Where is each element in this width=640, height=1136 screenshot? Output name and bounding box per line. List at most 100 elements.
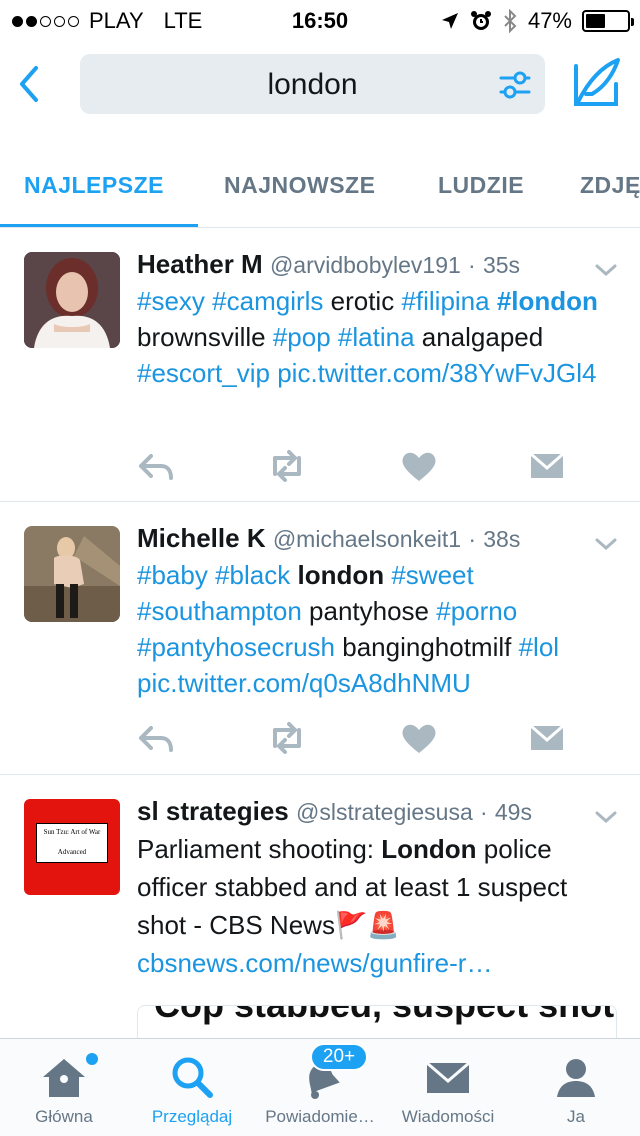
tweet-actions	[137, 720, 567, 760]
tweet[interactable]: Michelle K @michaelsonkeit1 · 38s #baby …	[0, 502, 640, 775]
text-run	[208, 560, 215, 590]
tweet-menu-chevron-icon[interactable]	[594, 262, 618, 278]
tabbar-me[interactable]: Ja	[512, 1039, 640, 1136]
tabbar-label: Główna	[35, 1107, 93, 1126]
avatar[interactable]	[24, 252, 120, 348]
tab-zdjecia[interactable]: ZDJĘ	[580, 172, 640, 199]
hashtag-link[interactable]: #baby	[137, 560, 208, 590]
location-arrow-icon	[441, 13, 458, 29]
tabbar-label: Powiadomie…	[265, 1107, 375, 1126]
home-icon	[43, 1059, 85, 1097]
author-handle[interactable]: @slstrategiesusa	[296, 799, 473, 825]
avatar-photo	[24, 526, 120, 622]
search-tabs: NAJLEPSZE NAJNOWSZE LUDZIE ZDJĘ	[0, 158, 640, 228]
hashtag-link[interactable]: #camgirls	[212, 286, 323, 316]
notification-badge: 20+	[310, 1043, 368, 1071]
direct-message-icon[interactable]	[527, 720, 567, 756]
hashtag-link[interactable]: #pantyhosecrush	[137, 632, 335, 662]
battery-icon	[582, 10, 634, 32]
tweet-menu-chevron-icon[interactable]	[594, 809, 618, 825]
tweet-menu-chevron-icon[interactable]	[594, 536, 618, 552]
avatar-text-line2: Advanced	[57, 848, 87, 856]
author-name[interactable]: sl strategies	[137, 796, 289, 826]
tweet-header: Michelle K @michaelsonkeit1 · 38s	[137, 522, 620, 555]
bluetooth-icon	[504, 9, 517, 33]
tweet-text: Parliament shooting: London police offic…	[137, 830, 620, 982]
author-handle[interactable]: @michaelsonkeit1	[273, 526, 461, 552]
bottom-tab-bar: Główna Przeglądaj 20+ Powiadomie… Wiadom…	[0, 1038, 640, 1136]
person-icon	[557, 1059, 595, 1097]
url-link[interactable]: cbsnews.com/news/gunfire-r…	[137, 948, 492, 978]
hashtag-link[interactable]: #sweet	[391, 560, 473, 590]
status-right: 47%	[440, 8, 634, 34]
tabbar-label: Ja	[567, 1107, 585, 1126]
author-name[interactable]: Heather M	[137, 249, 263, 279]
avatar-book-label: Sun Tzu: Art of War Advanced	[36, 823, 108, 863]
search-header: london	[0, 50, 640, 118]
hashtag-link[interactable]: #pop	[273, 322, 331, 352]
back-chevron-icon[interactable]	[14, 62, 44, 106]
compose-tweet-icon[interactable]	[572, 56, 622, 108]
tweet-body: Michelle K @michaelsonkeit1 · 38s #baby …	[137, 522, 620, 701]
author-name[interactable]: Michelle K	[137, 523, 266, 553]
hashtag-link[interactable]: #lol	[519, 632, 559, 662]
text-run: analgaped	[414, 322, 544, 352]
tweet-header: sl strategies @slstrategiesusa · 49s	[137, 795, 620, 828]
like-heart-icon[interactable]	[399, 720, 439, 756]
highlighted-term: london	[297, 560, 385, 590]
text-run: pantyhose	[301, 596, 437, 626]
url-link[interactable]: pic.twitter.com/38YwFvJGl4	[277, 358, 596, 388]
hashtag-link[interactable]: #sexy	[137, 286, 205, 316]
tab-najnowsze[interactable]: NAJNOWSZE	[224, 172, 375, 199]
tab-ludzie[interactable]: LUDZIE	[438, 172, 524, 199]
reply-icon[interactable]	[137, 448, 177, 484]
alarm-icon	[470, 11, 491, 30]
tabbar-messages[interactable]: Wiadomości	[384, 1039, 512, 1136]
time-separator: ·	[468, 526, 477, 552]
search-input[interactable]: london	[80, 54, 545, 114]
text-run: banginghotmilf	[335, 632, 519, 662]
tabbar-label: Przeglądaj	[151, 1107, 233, 1126]
hashtag-link[interactable]: #porno	[436, 596, 517, 626]
avatar-text-line1: Sun Tzu: Art of War	[43, 828, 101, 836]
tabbar-home[interactable]: Główna	[0, 1039, 128, 1136]
envelope-icon	[426, 1061, 470, 1093]
tabbar-notifications[interactable]: 20+ Powiadomie…	[256, 1039, 384, 1136]
tweet-time: 49s	[494, 799, 532, 825]
hashtag-link[interactable]: #southampton	[137, 596, 302, 626]
reply-icon[interactable]	[137, 720, 177, 756]
text-run: erotic	[323, 286, 402, 316]
tweet-actions	[137, 448, 567, 488]
hashtag-link[interactable]: #escort_vip	[137, 358, 270, 388]
avatar[interactable]: Sun Tzu: Art of War Advanced	[24, 799, 120, 895]
hashtag-link[interactable]: #london	[497, 286, 598, 316]
url-link[interactable]: pic.twitter.com/q0sA8dhNMU	[137, 668, 471, 698]
text-run: brownsville	[137, 322, 273, 352]
tabbar-label: Wiadomości	[401, 1107, 495, 1126]
hashtag-link[interactable]: #black	[215, 560, 290, 590]
tweet-body: Heather M @arvidbobylev191 · 35s #sexy #…	[137, 248, 620, 391]
search-query-text: london	[267, 68, 358, 101]
tab-najlepsze[interactable]: NAJLEPSZE	[24, 172, 164, 199]
retweet-icon[interactable]	[267, 448, 307, 484]
text-run	[490, 286, 497, 316]
like-heart-icon[interactable]	[399, 448, 439, 484]
highlighted-term: London	[381, 834, 477, 864]
tweet-body: sl strategies @slstrategiesusa · 49s Par…	[137, 795, 620, 982]
direct-message-icon[interactable]	[527, 448, 567, 484]
avatar[interactable]	[24, 526, 120, 622]
author-handle[interactable]: @arvidbobylev191	[270, 252, 461, 278]
tweet-time: 38s	[483, 526, 521, 552]
card-headline: Cop stabbed, suspect shot inside U.K. Pa…	[154, 1006, 616, 1024]
filter-sliders-icon[interactable]	[499, 70, 531, 100]
tweet[interactable]: Heather M @arvidbobylev191 · 35s #sexy #…	[0, 228, 640, 502]
retweet-icon[interactable]	[267, 720, 307, 756]
tweet-time: 35s	[482, 252, 521, 278]
time-separator: ·	[468, 252, 476, 278]
hashtag-link[interactable]: #latina	[338, 322, 415, 352]
hashtag-link[interactable]: #filipina	[401, 286, 489, 316]
tweet-text: #baby #black london #sweet #southampton …	[137, 557, 620, 701]
tweet-header: Heather M @arvidbobylev191 · 35s	[137, 248, 620, 281]
tabbar-explore[interactable]: Przeglądaj	[128, 1039, 256, 1136]
battery-percent: 47%	[527, 8, 572, 33]
